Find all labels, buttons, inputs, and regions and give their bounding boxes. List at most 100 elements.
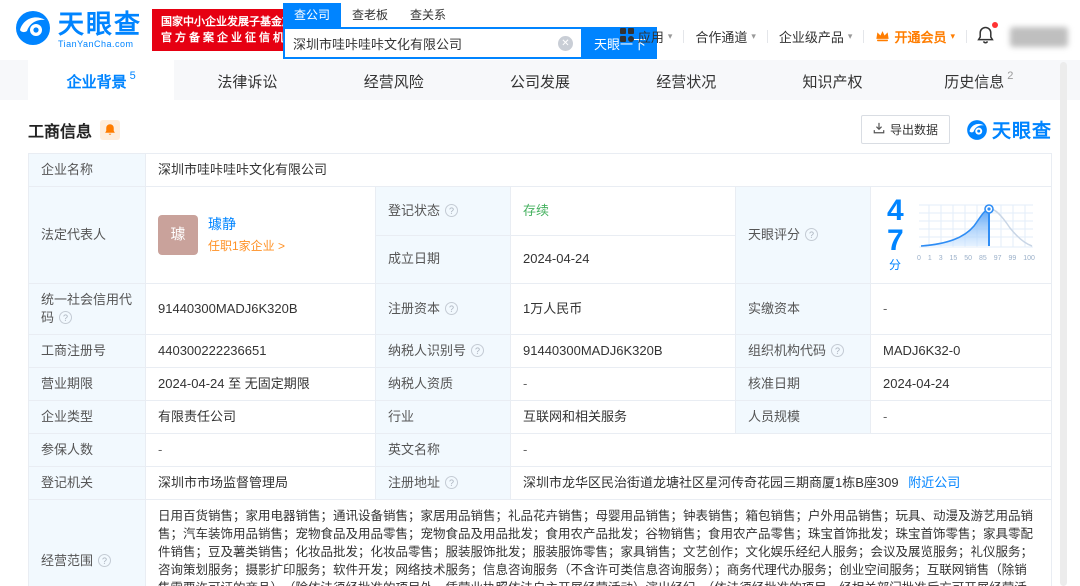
en-name-value: - [510,433,1052,467]
nav-open-membership[interactable]: 开通会员 ▾ [864,27,966,46]
taxpayer-no-value: 91440300MADJ6K320B [510,334,736,368]
top-navigation: 应用 ▾ 合作通道 ▾ 企业级产品 ▾ 开通会员 ▾ [609,22,1068,47]
chevron-down-icon: ▾ [751,31,756,41]
tab-history-info[interactable]: 历史信息 2 [906,60,1052,100]
tab-company-background[interactable]: 企业背景 5 [28,60,175,100]
reg-no-value: 440300222236651 [145,334,376,368]
table-row: 登记机关 深圳市市场监督管理局 注册地址? 深圳市龙华区民治街道龙塘社区星河传奇… [28,466,1052,500]
legal-rep-avatar[interactable]: 璩 [158,215,198,255]
chevron-down-icon: ▾ [667,31,673,41]
nav-enterprise-products[interactable]: 企业级产品 ▾ [768,27,864,46]
taxpayer-qual-label: 纳税人资质 [375,367,511,401]
en-name-label: 英文名称 [375,433,511,467]
tianyancha-logo-icon [14,9,52,52]
search-tab-relation[interactable]: 查关系 [399,3,457,27]
monitor-bell-icon[interactable] [100,119,121,140]
staff-size-value: - [870,400,1052,434]
score-distribution-chart: 0 1 3 15 50 85 97 99 100 [917,203,1035,268]
authority-label: 登记机关 [28,466,146,500]
score-cell: 47分 0 1 3 15 50 85 97 99 100 [870,186,1052,284]
nearby-companies-link[interactable]: 附近公司 [908,475,960,490]
search-box: ✕ [283,27,583,59]
term-label: 营业期限 [28,367,146,401]
business-scope-label: 经营范围? [28,499,146,586]
help-icon[interactable]: ? [471,344,485,357]
org-code-label: 组织机构代码? [735,334,871,368]
top-header: 天眼查 TianYanCha.com 国家中小企业发展子基金旗下 官方备案企业征… [0,0,1080,60]
apps-grid-icon [619,28,634,45]
company-type-value: 有限责任公司 [145,400,376,434]
search-input[interactable] [293,35,558,51]
company-tab-bar: 企业背景 5 法律诉讼 经营风险 公司发展 经营状况 知识产权 历史信息 2 [0,60,1080,100]
tianyancha-watermark-logo: 天眼查 [966,116,1052,143]
business-info-table: 企业名称 深圳市哇咔哇咔文化有限公司 法定代表人 璩 璩静 任职1家企业 > 登… [28,153,1052,586]
tianyancha-logo[interactable]: 天眼查 TianYanCha.com [14,9,142,52]
address-value: 深圳市龙华区民治街道龙塘社区星河传奇花园三期商厦1栋B座309 附近公司 [510,466,1052,500]
table-row: 营业期限 2024-04-24 至 无固定期限 纳税人资质 - 核准日期 202… [28,367,1052,401]
business-info-section-header: 工商信息 导出数据 天眼查 [0,100,1080,153]
help-icon[interactable]: ? [445,203,459,217]
insured-label: 参保人数 [28,433,146,467]
logo-text: 天眼查 [58,9,143,39]
help-icon[interactable]: ? [59,311,73,324]
paid-capital-value: - [870,283,1052,335]
approve-date-label: 核准日期 [735,367,871,401]
est-date-label: 成立日期 [375,234,511,284]
company-type-label: 企业类型 [28,400,146,434]
paid-capital-label: 实缴资本 [735,283,871,335]
score-label: 天眼评分? [735,186,871,284]
reg-no-label: 工商注册号 [28,334,146,368]
address-label: 注册地址? [375,466,511,500]
taxpayer-no-label: 纳税人识别号? [375,334,511,368]
clear-search-icon[interactable]: ✕ [558,35,573,51]
search-tab-boss[interactable]: 查老板 [341,3,399,27]
uscc-label: 统一社会信用代码? [28,283,146,335]
crown-icon [875,29,890,45]
help-icon[interactable]: ? [445,302,459,315]
table-row: 企业名称 深圳市哇咔哇咔文化有限公司 [28,153,1052,187]
download-icon [873,122,885,137]
tab-company-development[interactable]: 公司发展 [467,60,613,100]
reg-status-value: 存续 [510,186,736,236]
table-row: 统一社会信用代码? 91440300MADJ6K320B 注册资本? 1万人民币… [28,283,1052,335]
help-icon[interactable]: ? [805,228,819,241]
nav-partner-channel[interactable]: 合作通道 ▾ [684,27,767,46]
reg-status-label: 登记状态? [375,186,511,236]
tab-operation-risk[interactable]: 经营风险 [321,60,467,100]
table-row: 法定代表人 璩 璩静 任职1家企业 > 登记状态? 存续 天眼评分? 47分 0… [28,186,1052,284]
export-data-button[interactable]: 导出数据 [860,115,950,144]
legal-rep-name-link[interactable]: 璩静 [208,215,285,233]
scrollbar[interactable] [1060,62,1067,586]
search-tab-company[interactable]: 查公司 [283,3,342,27]
reg-capital-label: 注册资本? [375,283,511,335]
help-icon[interactable]: ? [831,344,845,357]
help-icon[interactable]: ? [98,554,112,567]
staff-size-label: 人员规模 [735,400,871,434]
table-row: 工商注册号 440300222236651 纳税人识别号? 91440300MA… [28,334,1052,368]
tab-legal-litigation[interactable]: 法律诉讼 [174,60,320,100]
help-icon[interactable]: ? [445,476,459,489]
authority-value: 深圳市市场监督管理局 [145,466,376,500]
legal-rep-cell: 璩 璩静 任职1家企业 > [145,186,376,284]
chevron-down-icon: ▾ [950,31,955,41]
approve-date-value: 2024-04-24 [870,367,1052,401]
org-code-value: MADJ6K32-0 [870,334,1052,368]
notification-bell-icon[interactable] [967,22,1004,47]
tab-intellectual-property[interactable]: 知识产权 [759,60,905,100]
industry-label: 行业 [375,400,511,434]
chevron-down-icon: ▾ [847,31,853,41]
table-row: 企业类型 有限责任公司 行业 互联网和相关服务 人员规模 - [28,400,1052,434]
term-value: 2024-04-24 至 无固定期限 [145,367,376,401]
logo-domain: TianYanCha.com [58,39,134,49]
legal-rep-positions-link[interactable]: 任职1家企业 > [208,237,285,255]
company-name-label: 企业名称 [28,153,146,187]
legal-rep-label: 法定代表人 [28,186,146,284]
company-name-value: 深圳市哇咔哇咔文化有限公司 [145,153,1052,187]
tab-operating-status[interactable]: 经营状况 [613,60,759,100]
table-row: 经营范围? 日用百货销售；家用电器销售；通讯设备销售；家居用品销售；礼品花卉销售… [28,499,1052,586]
taxpayer-qual-value: - [510,367,736,401]
user-account-blurred[interactable] [1010,26,1068,47]
nav-apps[interactable]: 应用 ▾ [609,27,684,46]
score-value: 47 [887,194,904,257]
notification-dot [992,22,998,28]
